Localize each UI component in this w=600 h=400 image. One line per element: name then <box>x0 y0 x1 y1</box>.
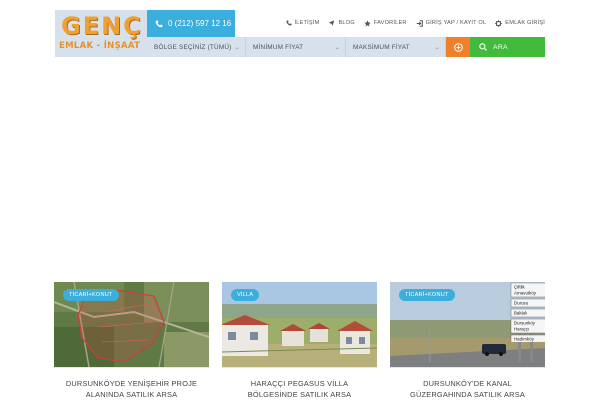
category-badge: TİCARİ+KONUT <box>63 289 119 301</box>
card-divider <box>54 367 209 368</box>
phone-icon <box>155 20 163 27</box>
listing-title-line: BÖLGESİNDE SATILIK ARSA <box>247 390 352 399</box>
phone-box[interactable]: 0 (212) 597 12 16 <box>147 10 235 37</box>
card-divider <box>222 367 377 368</box>
chevron-down-icon: ⌄ <box>434 44 440 51</box>
listing-title[interactable]: HARAÇÇI PEGASUS VİLLA BÖLGESİNDE SATILIK… <box>222 378 377 400</box>
listing-title-line: DURSUNKÖY'DE KANAL <box>423 379 512 388</box>
chevron-down-icon: ⌄ <box>234 44 240 51</box>
category-badge: VİLLA <box>231 289 260 301</box>
chevron-down-icon: ⌄ <box>334 44 340 51</box>
nav-item-favorites[interactable]: FAVORİLER <box>364 19 407 27</box>
listing-image-road[interactable]: TİCARİ+KONUT Çiftlik Arnavutköy Durusu Bakl… <box>390 282 545 367</box>
search-button-label: ARA <box>493 43 508 51</box>
listing-image-aerial[interactable]: TİCARİ+KONUT <box>54 282 209 367</box>
sign-text: Hadımköy <box>514 337 535 342</box>
logo-sub-text: EMLAK - İNŞAAT <box>59 41 141 51</box>
advanced-search-button[interactable] <box>446 37 470 57</box>
sign-text: Dursunköy <box>514 321 536 326</box>
nav-item-realestate-login[interactable]: EMLAK GİRİŞİ <box>495 19 545 27</box>
min-price-select[interactable]: MİNİMUM FİYAT ⌄ <box>246 37 346 57</box>
listing-title-line: GÜZERGAHINDA SATILIK ARSA <box>410 390 525 399</box>
card-divider <box>390 367 545 368</box>
listing-image-villas[interactable]: VİLLA <box>222 282 377 367</box>
nav-item-contact[interactable]: İLETİŞİM <box>286 20 320 26</box>
region-select-value: BÖLGE SEÇİNİZ (TÜMÜ) <box>154 43 232 51</box>
page: GENÇ EMLAK - İNŞAAT 0 (212) 597 12 16 İL… <box>0 0 600 400</box>
star-icon <box>364 19 371 27</box>
sign-text: Baklalı <box>514 311 527 316</box>
listing-title[interactable]: DURSUNKÖYDE YENİŞEHİR PROJE ALANINDA SAT… <box>54 378 209 400</box>
top-nav: İLETİŞİM BLOG FAVORİLER GİRİŞ YAP / KAYI… <box>286 17 545 29</box>
min-price-value: MİNİMUM FİYAT <box>253 43 304 51</box>
phone-number: 0 (212) 597 12 16 <box>168 19 232 28</box>
sign-text: Durusu <box>514 301 529 306</box>
max-price-select[interactable]: MAKSİMUM FİYAT ⌄ <box>346 37 446 57</box>
nav-label: EMLAK GİRİŞİ <box>505 20 545 26</box>
nav-label: GİRİŞ YAP / KAYIT OL <box>425 20 487 26</box>
nav-label: FAVORİLER <box>373 20 407 26</box>
sign-text: Çiftlik <box>514 285 526 290</box>
listing-card[interactable]: TİCARİ+KONUT DURSUNKÖYDE YENİŞEHİR PROJE… <box>54 282 209 400</box>
listing-card[interactable]: VİLLA HARAÇÇI PEGASUS VİLLA BÖLGESİNDE S… <box>222 282 377 400</box>
nav-item-login[interactable]: GİRİŞ YAP / KAYIT OL <box>416 19 487 27</box>
sign-text: Arnavutköy <box>514 291 537 296</box>
listing-title-line: DURSUNKÖYDE YENİŞEHİR PROJE <box>65 379 198 388</box>
listing-card[interactable]: TİCARİ+KONUT Çiftlik Arnavutköy Durusu Bakl… <box>390 282 545 400</box>
listing-title-line: HARAÇÇI PEGASUS VİLLA <box>250 379 349 388</box>
search-icon <box>479 43 487 51</box>
sign-text: Haraççı <box>514 327 529 332</box>
login-icon <box>416 19 423 27</box>
gear-icon <box>495 19 503 27</box>
region-select[interactable]: BÖLGE SEÇİNİZ (TÜMÜ) ⌄ <box>147 37 246 57</box>
max-price-value: MAKSİMUM FİYAT <box>353 43 410 51</box>
plus-circle-icon <box>453 42 463 52</box>
nav-label: BLOG <box>338 20 355 26</box>
category-badge: TİCARİ+KONUT <box>399 289 455 301</box>
direction-signs: ÇiftlikArnavutköyDurusuBaklalıDursunköyH… <box>510 282 545 342</box>
logo-main-text: GENÇ <box>61 12 143 40</box>
send-icon <box>329 20 335 26</box>
listing-title-line: ALANINDA SATILIK ARSA <box>85 390 178 399</box>
listing-title[interactable]: DURSUNKÖY'DE KANAL GÜZERGAHINDA SATILIK … <box>390 378 545 400</box>
logo[interactable]: GENÇ EMLAK - İNŞAAT <box>55 10 147 57</box>
search-button[interactable]: ARA <box>470 37 545 57</box>
nav-label: İLETİŞİM <box>294 20 320 26</box>
phone-icon <box>286 20 292 26</box>
nav-item-blog[interactable]: BLOG <box>328 20 355 26</box>
search-bar: BÖLGE SEÇİNİZ (TÜMÜ) ⌄ MİNİMUM FİYAT ⌄ M… <box>147 37 545 57</box>
